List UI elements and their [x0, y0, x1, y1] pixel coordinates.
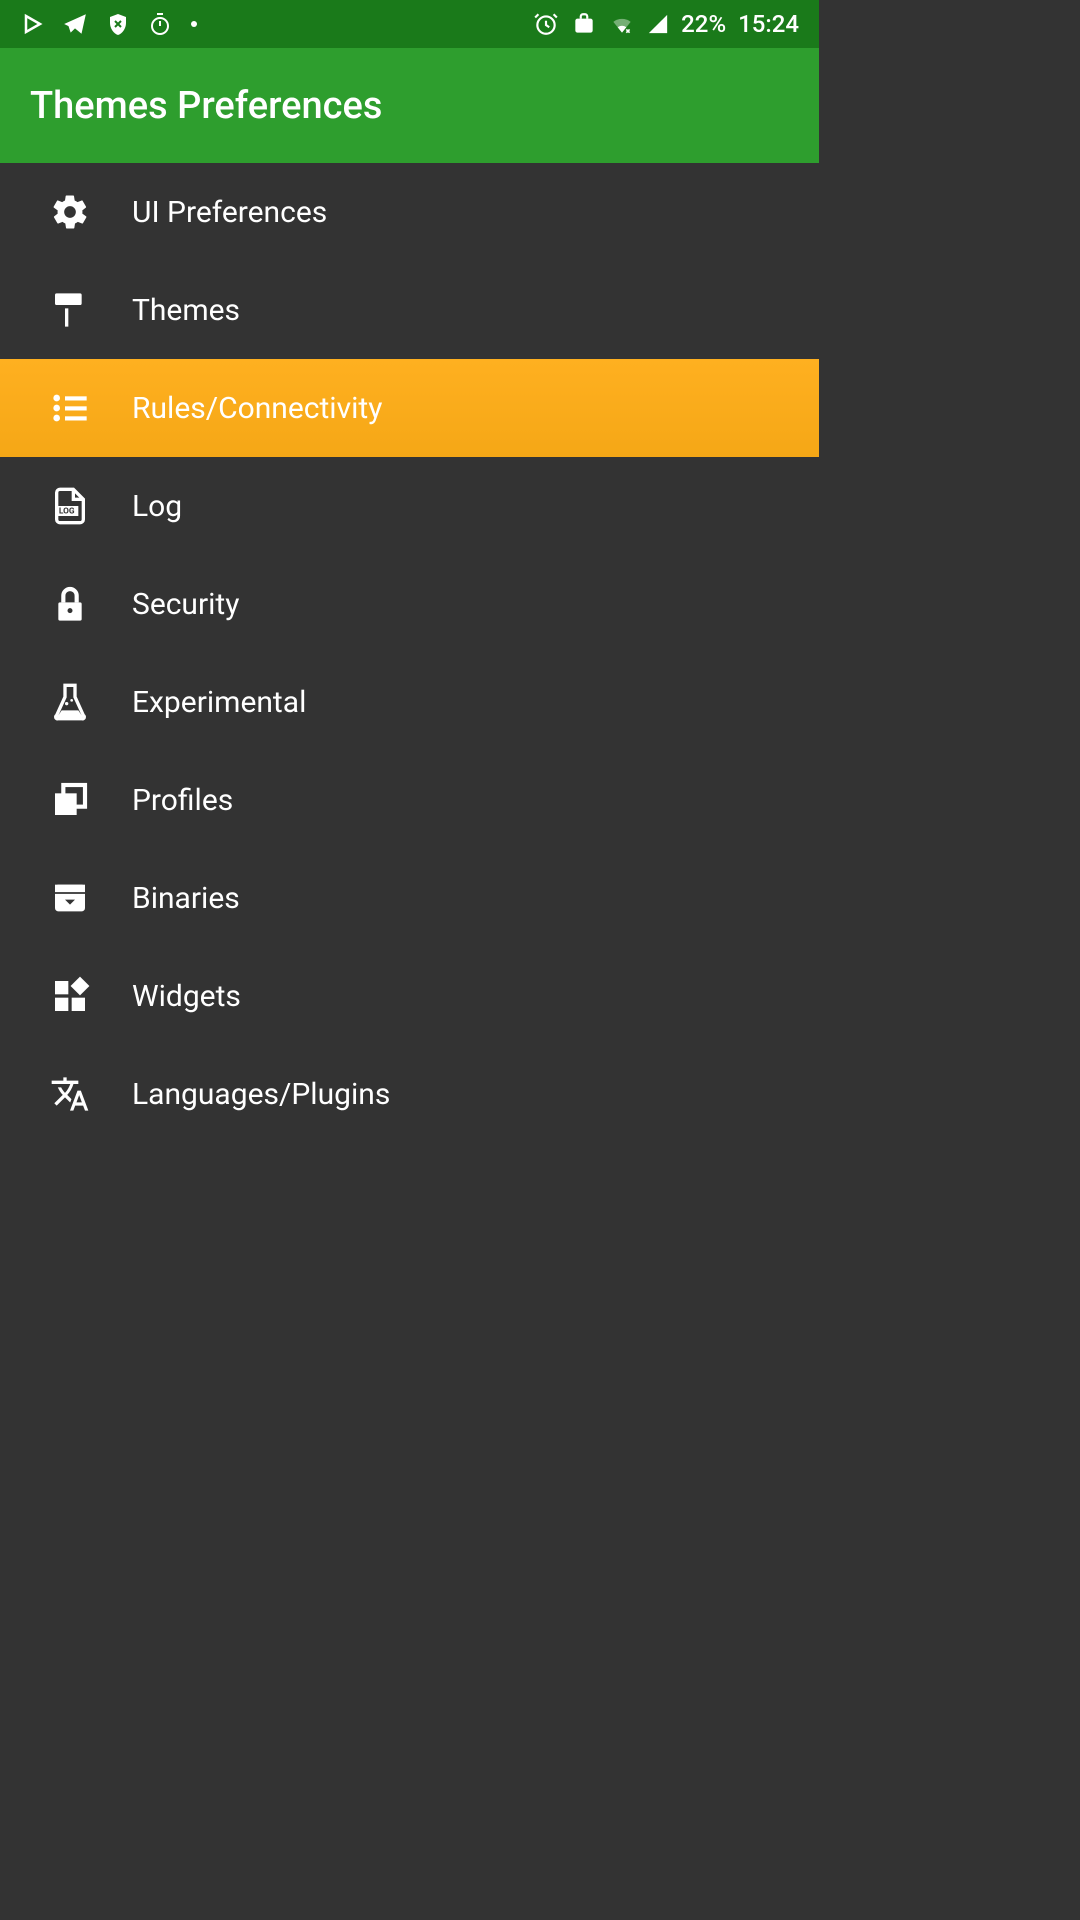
profiles-icon	[50, 780, 90, 820]
wifi-icon	[609, 11, 635, 37]
dot-icon	[190, 20, 198, 28]
archive-icon	[50, 878, 90, 918]
menu-label: Log	[132, 489, 182, 524]
menu-profiles[interactable]: Profiles	[0, 751, 819, 849]
paint-roller-icon	[50, 290, 90, 330]
telegram-icon	[62, 11, 88, 37]
menu-label: Rules/Connectivity	[132, 391, 382, 426]
status-bar: 22% 15:24	[0, 0, 819, 48]
svg-text:LOG: LOG	[59, 507, 75, 517]
menu-themes[interactable]: Themes	[0, 261, 819, 359]
menu-binaries[interactable]: Binaries	[0, 849, 819, 947]
menu-label: Profiles	[132, 783, 233, 818]
stopwatch-icon	[148, 12, 172, 36]
translate-icon	[50, 1074, 90, 1114]
menu-label: Experimental	[132, 685, 306, 720]
alarm-icon	[533, 11, 559, 37]
menu-log[interactable]: LOG Log	[0, 457, 819, 555]
menu-rules-connectivity[interactable]: Rules/Connectivity	[0, 359, 819, 457]
status-right-icons: 22% 15:24	[533, 10, 799, 38]
menu-ui-preferences[interactable]: UI Preferences	[0, 163, 819, 261]
status-left-icons	[20, 11, 198, 37]
menu-label: Security	[132, 587, 239, 622]
log-file-icon: LOG	[50, 486, 90, 526]
lock-icon	[50, 584, 90, 624]
play-icon	[20, 12, 44, 36]
widgets-icon	[50, 976, 90, 1016]
menu-label: Binaries	[132, 881, 240, 916]
signal-icon	[647, 13, 669, 35]
gear-icon	[50, 192, 90, 232]
preferences-menu: UI Preferences Themes Rules/Connectivity…	[0, 163, 819, 1143]
menu-experimental[interactable]: Experimental	[0, 653, 819, 751]
page-title: Themes Preferences	[30, 84, 382, 128]
menu-label: Languages/Plugins	[132, 1077, 390, 1112]
briefcase-icon	[571, 11, 597, 37]
menu-label: UI Preferences	[132, 195, 327, 230]
menu-security[interactable]: Security	[0, 555, 819, 653]
app-bar: Themes Preferences	[0, 48, 819, 163]
clock-time: 15:24	[738, 10, 799, 38]
list-icon	[50, 388, 90, 428]
battery-percent: 22%	[681, 10, 726, 38]
menu-label: Widgets	[132, 979, 241, 1014]
menu-label: Themes	[132, 293, 240, 328]
menu-widgets[interactable]: Widgets	[0, 947, 819, 1045]
shield-x-icon	[106, 12, 130, 36]
menu-languages-plugins[interactable]: Languages/Plugins	[0, 1045, 819, 1143]
flask-icon	[50, 682, 90, 722]
